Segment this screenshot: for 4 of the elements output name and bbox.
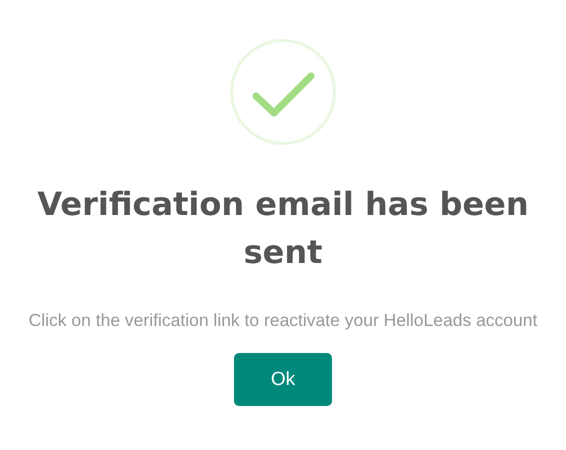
dialog-message: Click on the verification link to reactivate your HelloLeads account [28,309,538,332]
ok-button[interactable]: Ok [234,353,332,406]
dialog-title: Verification email has been sent [36,184,530,273]
check-icon [229,38,337,146]
